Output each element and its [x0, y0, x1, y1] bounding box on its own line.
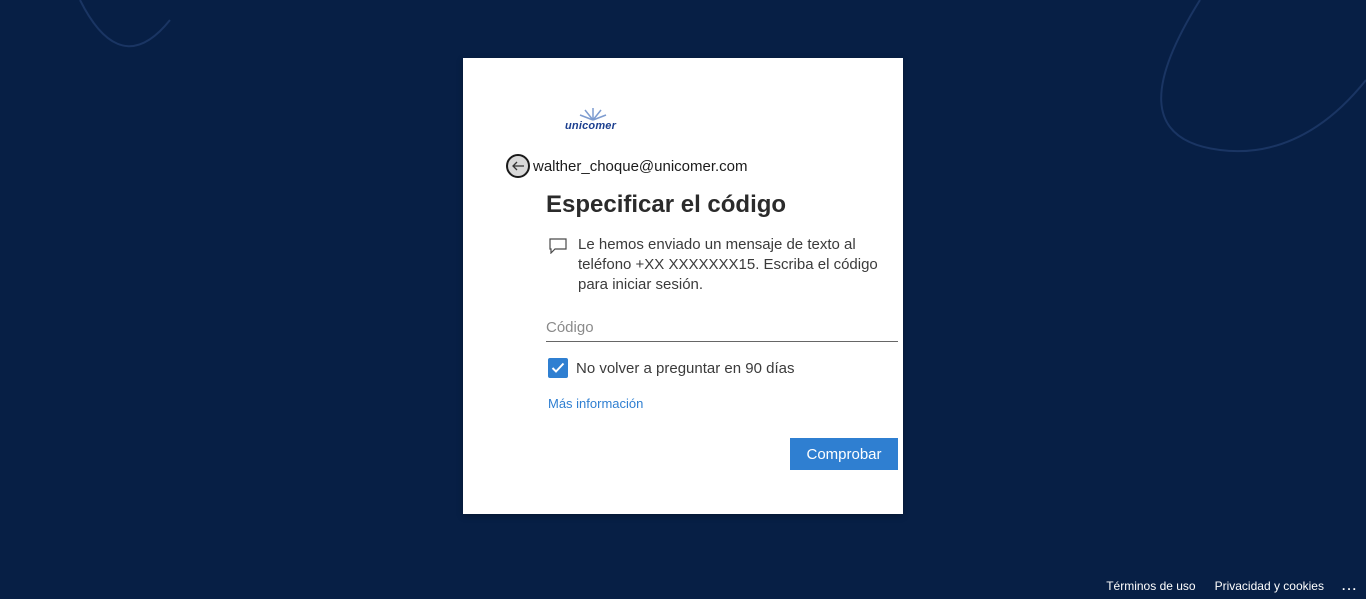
arrow-left-icon — [512, 161, 524, 171]
user-identity: walther_choque@unicomer.com — [533, 158, 748, 175]
sign-in-card: unicomer walther_choque@unicomer.com Esp… — [463, 58, 903, 514]
privacy-link[interactable]: Privacidad y cookies — [1215, 579, 1324, 593]
more-options-button[interactable]: ... — [1342, 579, 1358, 593]
logo-text: unicomer — [565, 120, 617, 132]
remember-label: No volver a preguntar en 90 días — [576, 359, 795, 377]
code-input[interactable] — [546, 313, 898, 342]
remember-checkbox[interactable] — [548, 358, 568, 378]
sms-message-text: Le hemos enviado un mensaje de texto al … — [578, 236, 878, 293]
back-button[interactable] — [506, 154, 530, 178]
more-info-link[interactable]: Más información — [548, 396, 643, 411]
verify-button[interactable]: Comprobar — [790, 438, 898, 470]
checkmark-icon — [551, 362, 565, 373]
footer: Términos de uso Privacidad y cookies ... — [1087, 579, 1358, 593]
unicomer-logo: unicomer — [563, 106, 623, 134]
chat-bubble-icon — [549, 238, 567, 254]
page-title: Especificar el código — [546, 191, 787, 218]
remember-checkbox-row[interactable]: No volver a preguntar en 90 días — [548, 358, 794, 378]
terms-link[interactable]: Términos de uso — [1106, 579, 1195, 593]
